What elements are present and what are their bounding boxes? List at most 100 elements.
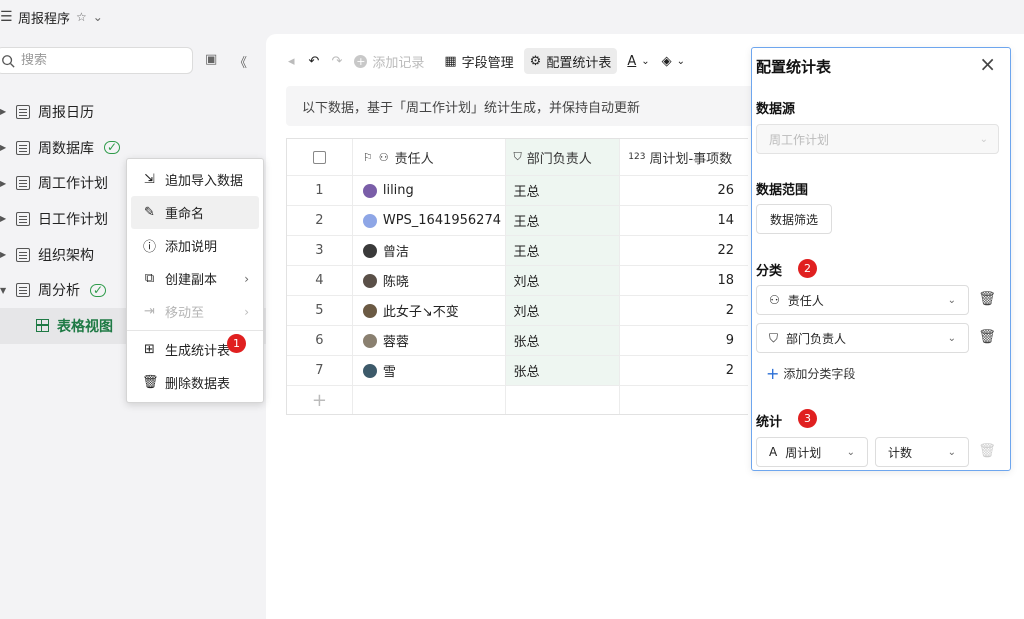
search-box[interactable]: [0, 47, 193, 74]
empty-cell: [352, 386, 506, 414]
sidebar-item-label: 表格视图: [57, 318, 113, 335]
category-field-dept-head[interactable]: ⛉ 部门负责人 ⌄: [756, 323, 969, 353]
avatar: [362, 183, 377, 198]
chevron-down-icon[interactable]: ⌄: [93, 10, 103, 24]
sidebar-item-weekly-calendar[interactable]: ▶ 周报日历: [0, 94, 266, 130]
category-field-label: 责任人: [787, 293, 824, 308]
redo-icon[interactable]: ↷: [325, 48, 348, 74]
grid-icon: ▦: [444, 53, 457, 69]
star-icon[interactable]: ☆: [76, 10, 87, 24]
data-filter-button[interactable]: 数据筛选: [756, 204, 833, 234]
owner-cell[interactable]: WPS_1641956274: [353, 206, 506, 235]
sidebar-item-label: 日工作计划: [38, 211, 108, 228]
count-cell[interactable]: 26: [620, 176, 748, 205]
stats-method-select[interactable]: 计数 ⌄: [875, 437, 969, 467]
config-stats-label: 配置统计表: [546, 55, 612, 71]
field-manage-button[interactable]: ▦ 字段管理: [438, 48, 519, 74]
collapse-sidebar-icon[interactable]: 《: [234, 52, 247, 71]
column-header-item-count[interactable]: 123 周计划-事项数: [620, 139, 748, 175]
trash-icon[interactable]: 🗑: [978, 291, 996, 307]
expand-arrow-icon[interactable]: ▶: [0, 250, 8, 259]
owner-cell[interactable]: 蓉蓉: [353, 326, 506, 355]
dept-head-cell[interactable]: 张总: [505, 356, 621, 385]
select-all-cell[interactable]: [287, 139, 353, 175]
avatar: [362, 273, 377, 288]
dept-head-cell[interactable]: 王总: [505, 236, 621, 265]
dept-head-cell[interactable]: 张总: [505, 326, 621, 355]
undo-icon[interactable]: ↶: [303, 48, 326, 74]
count-cell[interactable]: 2: [620, 356, 748, 385]
owner-name: 曾洁: [382, 245, 409, 260]
table-row[interactable]: 6 蓉蓉 张总 9: [287, 326, 748, 356]
caret-left-icon[interactable]: ◂: [288, 48, 303, 74]
source-select: 周工作计划 ⌄: [756, 124, 999, 154]
menu-item-label: 追加导入数据: [165, 174, 244, 189]
add-category-button[interactable]: + 添加分类字段: [766, 364, 855, 383]
owner-cell[interactable]: 雪: [353, 356, 506, 385]
column-header-owner[interactable]: ⚐ ⚇ 责任人: [353, 139, 506, 175]
dept-head-cell[interactable]: 王总: [505, 206, 621, 235]
count-cell[interactable]: 18: [620, 266, 748, 295]
table-row[interactable]: 7 雪 张总 2: [287, 356, 748, 386]
search-input[interactable]: [21, 53, 171, 68]
table-row[interactable]: 4 陈晓 刘总 18: [287, 266, 748, 296]
expand-arrow-icon[interactable]: ▶: [0, 214, 8, 223]
menu-item-delete-table[interactable]: 🗑 删除数据表: [127, 366, 263, 399]
count-cell[interactable]: 2: [620, 296, 748, 325]
owner-cell[interactable]: liling: [353, 176, 506, 205]
dept-head-cell[interactable]: 王总: [505, 176, 621, 205]
close-icon[interactable]: ×: [979, 52, 996, 76]
empty-cell: [620, 386, 748, 414]
menu-item-rename[interactable]: ✎ 重命名: [131, 196, 259, 229]
count-cell[interactable]: 14: [620, 206, 748, 235]
menu-item-add-description[interactable]: ⓘ 添加说明: [127, 229, 263, 262]
owner-cell[interactable]: 陈晓: [353, 266, 506, 295]
expand-arrow-icon[interactable]: ▶: [0, 143, 8, 152]
row-index: 7: [287, 356, 353, 385]
text-color-button[interactable]: A ⌄: [621, 48, 655, 74]
menu-item-duplicate[interactable]: ⧉ 创建副本 ›: [127, 262, 263, 295]
menu-item-append-import[interactable]: ⇲ 追加导入数据: [127, 163, 263, 196]
import-icon: ⇲: [144, 172, 155, 187]
category-field-owner[interactable]: ⚇ 责任人 ⌄: [756, 285, 969, 315]
count-cell[interactable]: 22: [620, 236, 748, 265]
chevron-down-icon: ⌄: [846, 446, 855, 458]
select-all-checkbox[interactable]: [312, 150, 326, 164]
avatar: [362, 303, 377, 318]
expand-arrow-icon[interactable]: ▶: [0, 179, 8, 188]
dept-head-cell[interactable]: 刘总: [505, 296, 621, 325]
menu-icon[interactable]: ☰: [0, 9, 13, 25]
trash-icon[interactable]: 🗑: [978, 329, 996, 345]
search-icon: [2, 54, 15, 68]
table-row[interactable]: 1 liling 王总 26: [287, 176, 748, 206]
trash-icon[interactable]: 🗑: [978, 443, 996, 459]
sidebar-toggle-icon[interactable]: ▣: [205, 52, 217, 67]
collapse-arrow-icon[interactable]: ▼: [0, 286, 8, 295]
column-header-dept-head[interactable]: ⛉ 部门负责人: [505, 139, 621, 175]
table-row[interactable]: 2 WPS_1641956274 王总 14: [287, 206, 748, 236]
table-doc-icon: [16, 104, 30, 119]
chevron-down-icon: ⌄: [641, 55, 650, 67]
dept-head-cell[interactable]: 刘总: [505, 266, 621, 295]
expand-arrow-icon[interactable]: ▶: [0, 107, 8, 116]
stats-field-select[interactable]: A 周计划 ⌄: [756, 437, 868, 467]
menu-item-label: 重命名: [165, 207, 205, 222]
config-stats-button[interactable]: ⚙ 配置统计表: [523, 48, 618, 74]
count-cell[interactable]: 9: [620, 326, 748, 355]
notice-banner: 以下数据，基于「周工作计划」统计生成，并保持自动更新: [286, 86, 756, 126]
person-icon: ⚇: [378, 150, 389, 164]
table-header: ⚐ ⚇ 责任人 ⛉ 部门负责人 123 周计划-事项数: [287, 139, 748, 176]
owner-name: 陈晓: [382, 275, 409, 290]
context-menu: ⇲ 追加导入数据 ✎ 重命名 ⓘ 添加说明 ⧉ 创建副本 › ⇥ 移动至 › ⊞…: [126, 158, 264, 403]
menu-item-label: 删除数据表: [165, 377, 231, 392]
add-record-button[interactable]: + 添加记录: [348, 48, 430, 74]
fill-color-button[interactable]: ◈ ⌄: [656, 48, 691, 74]
owner-cell[interactable]: 曾洁: [353, 236, 506, 265]
table-row[interactable]: 5 此女子↘不变 刘总 2: [287, 296, 748, 326]
menu-item-move-to[interactable]: ⇥ 移动至 ›: [127, 295, 263, 328]
add-row-icon[interactable]: +: [287, 386, 353, 414]
table-row[interactable]: 3 曾洁 王总 22: [287, 236, 748, 266]
add-row[interactable]: +: [287, 386, 748, 414]
owner-cell[interactable]: 此女子↘不变: [353, 296, 506, 325]
table-doc-icon: [16, 140, 30, 155]
